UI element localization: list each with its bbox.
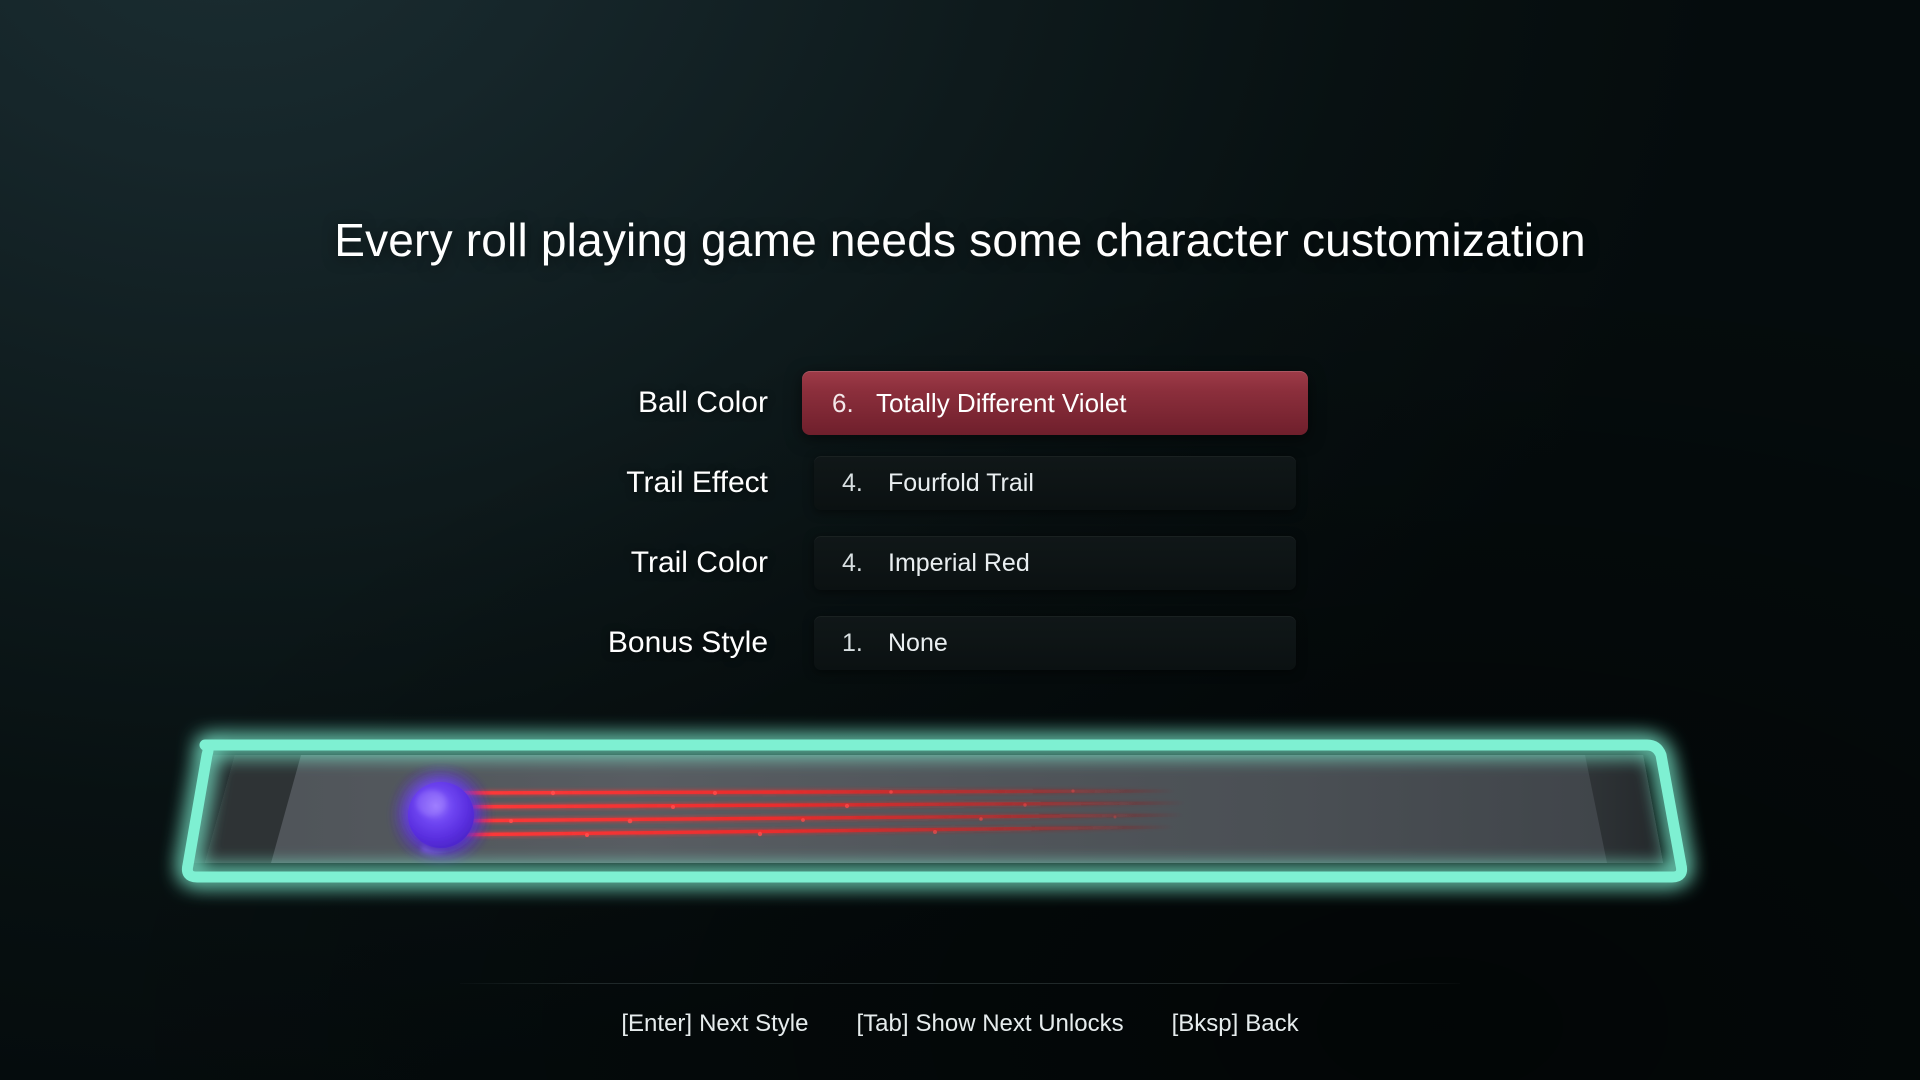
ball-core: [408, 782, 474, 848]
footer-divider: [460, 983, 1460, 984]
menu-index-trail-effect: 4.: [842, 468, 863, 497]
menu-row-bonus-style[interactable]: Bonus Style 1. None: [0, 603, 1920, 683]
hint-show-next-unlocks[interactable]: [Tab] Show Next Unlocks: [856, 1010, 1123, 1038]
menu-value-bonus-style[interactable]: 1. None: [814, 616, 1296, 670]
menu-label-trail-color: Trail Color: [630, 546, 768, 579]
hint-key-bksp: [Bksp]: [1171, 1010, 1239, 1037]
menu-text-bonus-style: None: [888, 628, 948, 657]
footer-hints: [Enter] Next Style [Tab] Show Next Unloc…: [0, 1010, 1920, 1038]
hint-key-enter: [Enter]: [621, 1010, 693, 1037]
hint-action-show-next-unlocks: Show Next Unlocks: [915, 1010, 1124, 1037]
menu-text-trail-color: Imperial Red: [888, 548, 1030, 577]
hint-key-tab: [Tab]: [856, 1010, 909, 1037]
customization-menu: Ball Color 6. Totally Different Violet T…: [0, 363, 1920, 683]
menu-label-ball-color: Ball Color: [637, 386, 768, 419]
menu-label-bonus-style: Bonus Style: [607, 626, 768, 659]
menu-value-trail-color[interactable]: 4. Imperial Red: [814, 536, 1296, 590]
menu-row-trail-color[interactable]: Trail Color 4. Imperial Red: [0, 523, 1920, 603]
ball-highlight: [416, 790, 446, 816]
menu-index-ball-color: 6.: [832, 387, 854, 418]
hint-back[interactable]: [Bksp] Back: [1172, 1010, 1299, 1038]
menu-row-ball-color[interactable]: Ball Color 6. Totally Different Violet: [0, 363, 1920, 443]
customization-screen: Every roll playing game needs some chara…: [0, 0, 1920, 1080]
menu-value-ball-color[interactable]: 6. Totally Different Violet: [802, 371, 1308, 435]
menu-index-trail-color: 4.: [842, 548, 863, 577]
menu-index-bonus-style: 1.: [842, 628, 863, 657]
menu-text-trail-effect: Fourfold Trail: [888, 468, 1034, 497]
hint-next-style[interactable]: [Enter] Next Style: [621, 1010, 808, 1038]
hint-action-back: Back: [1245, 1010, 1299, 1037]
menu-label-trail-effect: Trail Effect: [626, 466, 768, 499]
hint-action-next-style: Next Style: [699, 1010, 809, 1037]
menu-row-trail-effect[interactable]: Trail Effect 4. Fourfold Trail: [0, 443, 1920, 523]
menu-text-ball-color: Totally Different Violet: [876, 387, 1127, 418]
page-title: Every roll playing game needs some chara…: [334, 214, 1586, 266]
menu-value-trail-effect[interactable]: 4. Fourfold Trail: [814, 456, 1296, 510]
preview-ball: [387, 761, 495, 869]
ball-preview-track: [175, 733, 1740, 898]
trail-line-1: [432, 789, 1176, 795]
